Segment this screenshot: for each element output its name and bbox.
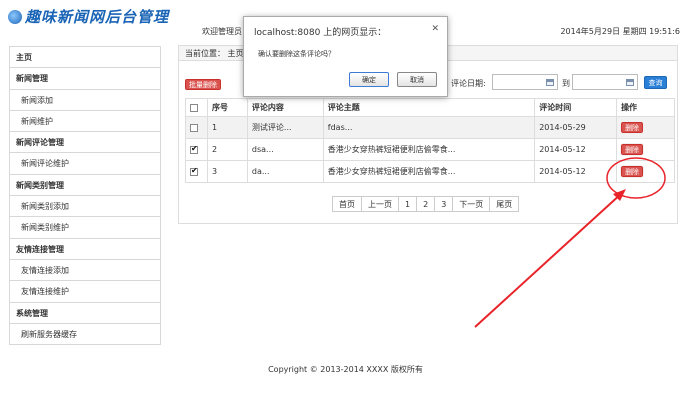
confirm-ok-button[interactable]: 确定 xyxy=(349,72,389,87)
row-number: 1 xyxy=(206,116,248,139)
sidebar-item[interactable]: 友情连接添加 xyxy=(10,260,160,282)
column-header: 评论内容 xyxy=(246,98,324,117)
logo-text: 趣味新闻网后台管理 xyxy=(25,8,170,26)
calendar-icon[interactable] xyxy=(626,79,634,86)
pagination-page[interactable]: 1 xyxy=(398,196,418,212)
row-number: 3 xyxy=(206,160,248,183)
column-header: 评论主题 xyxy=(322,98,536,117)
sidebar-item[interactable]: 刷新服务器缓存 xyxy=(10,324,160,346)
delete-button[interactable]: 删除 xyxy=(620,143,645,156)
sidebar: 主页 新闻管理 新闻添加 新闻维护 新闻评论管理 新闻评论维护 新闻类别管理 新闻类别添加 新闻… xyxy=(9,46,161,346)
sidebar-item[interactable]: 新闻类别添加 xyxy=(10,196,160,218)
pagination-prev[interactable]: 上一页 xyxy=(361,196,399,212)
comment-content: dsa... xyxy=(246,138,324,161)
select-all-header[interactable] xyxy=(185,98,208,117)
comment-time: 2014-05-12 xyxy=(534,138,618,161)
row-action-cell: 删除 xyxy=(616,138,675,161)
datetime: 2014年5月29日 星期四 19:51:6 xyxy=(560,27,680,36)
sidebar-item[interactable]: 新闻维护 xyxy=(10,111,160,133)
delete-button[interactable]: 删除 xyxy=(620,121,645,134)
to-label: 到 xyxy=(562,79,570,88)
comment-content: da... xyxy=(246,160,324,183)
calendar-icon[interactable] xyxy=(546,79,554,86)
row-action-cell: 删除 xyxy=(616,116,675,139)
pagination-first[interactable]: 首页 xyxy=(332,196,362,212)
row-select-cell xyxy=(185,138,208,161)
table-row: 3da...香港少女穿热裤短裙便利店偷零食...2014-05-12删除 xyxy=(185,160,675,183)
filter-date-label: 评论日期: xyxy=(451,79,486,88)
pagination-last[interactable]: 尾页 xyxy=(489,196,520,212)
delete-button[interactable]: 删除 xyxy=(620,165,645,178)
sidebar-item[interactable]: 新闻类别维护 xyxy=(10,217,160,239)
close-icon[interactable]: ✕ xyxy=(431,24,439,34)
column-header: 评论时间 xyxy=(534,98,618,117)
confirm-dialog: localhost:8080 上的网页显示： ✕ 确认要删除这条评论吗？ 确定 … xyxy=(243,16,448,97)
pagination-next[interactable]: 下一页 xyxy=(452,196,491,212)
row-checkbox[interactable] xyxy=(190,123,198,132)
row-number: 2 xyxy=(206,138,248,161)
sidebar-group: 新闻管理 xyxy=(10,68,160,90)
date-from-input[interactable] xyxy=(492,74,558,90)
table-row: 1 测试评论... fdas... 2014-05-29 删除 xyxy=(185,116,675,139)
sidebar-group: 新闻类别管理 xyxy=(10,174,160,197)
column-header: 操作 xyxy=(616,98,675,117)
table-row: 2dsa...香港少女穿热裤短裙便利店偷零食...2014-05-12删除 xyxy=(185,138,675,161)
pagination: 首页 上一页 1 2 3 下一页 尾页 xyxy=(332,196,520,212)
dialog-title: localhost:8080 上的网页显示： xyxy=(254,28,387,38)
batch-delete-button[interactable]: 批量删除 xyxy=(185,79,221,90)
sidebar-group: 系统管理 xyxy=(10,302,160,324)
copyright: Copyright © 2013-2014 XXXX 版权所有 xyxy=(268,365,423,374)
globe-icon xyxy=(8,10,22,24)
comment-topic: 香港少女穿热裤短裙便利店偷零食... xyxy=(322,138,536,161)
sidebar-item[interactable]: 新闻添加 xyxy=(10,90,160,111)
sidebar-group: 友情连接管理 xyxy=(10,238,160,260)
row-action-cell: 删除 xyxy=(616,160,675,183)
page: 趣味新闻网后台管理 欢迎管理员 2014年5月29日 星期四 19:51:6 主… xyxy=(0,0,691,396)
comment-content: 测试评论... xyxy=(246,116,324,139)
search-button[interactable]: 查询 xyxy=(644,76,667,89)
row-checkbox[interactable] xyxy=(190,166,198,176)
comments-table: 序号 评论内容 评论主题 评论时间 操作 1 测试评论... fdas... 2014-05-… xyxy=(185,98,675,183)
sidebar-item[interactable]: 友情连接维护 xyxy=(10,281,160,303)
row-select-cell xyxy=(185,160,208,183)
sidebar-group[interactable]: 主页 xyxy=(10,47,160,69)
row-checkbox[interactable] xyxy=(190,144,198,154)
confirm-cancel-button[interactable]: 取消 xyxy=(397,72,437,87)
table-header-row: 序号 评论内容 评论主题 评论时间 操作 xyxy=(185,98,675,117)
sidebar-item[interactable]: 新闻评论维护 xyxy=(10,153,160,175)
logo: 趣味新闻网后台管理 xyxy=(8,6,169,27)
pagination-page[interactable]: 3 xyxy=(434,196,454,212)
comment-time: 2014-05-12 xyxy=(534,160,618,183)
row-select-cell xyxy=(185,116,208,139)
welcome-text: 欢迎管理员 xyxy=(202,27,242,36)
pagination-page[interactable]: 2 xyxy=(416,196,436,212)
select-all-checkbox[interactable] xyxy=(190,103,198,112)
comment-topic: 香港少女穿热裤短裙便利店偷零食... xyxy=(322,160,536,183)
comment-time: 2014-05-29 xyxy=(534,116,618,139)
comment-topic: fdas... xyxy=(322,116,536,139)
column-header: 序号 xyxy=(206,98,248,117)
dialog-message: 确认要删除这条评论吗？ xyxy=(258,50,335,58)
sidebar-group: 新闻评论管理 xyxy=(10,132,160,154)
date-to-input[interactable] xyxy=(572,74,638,90)
